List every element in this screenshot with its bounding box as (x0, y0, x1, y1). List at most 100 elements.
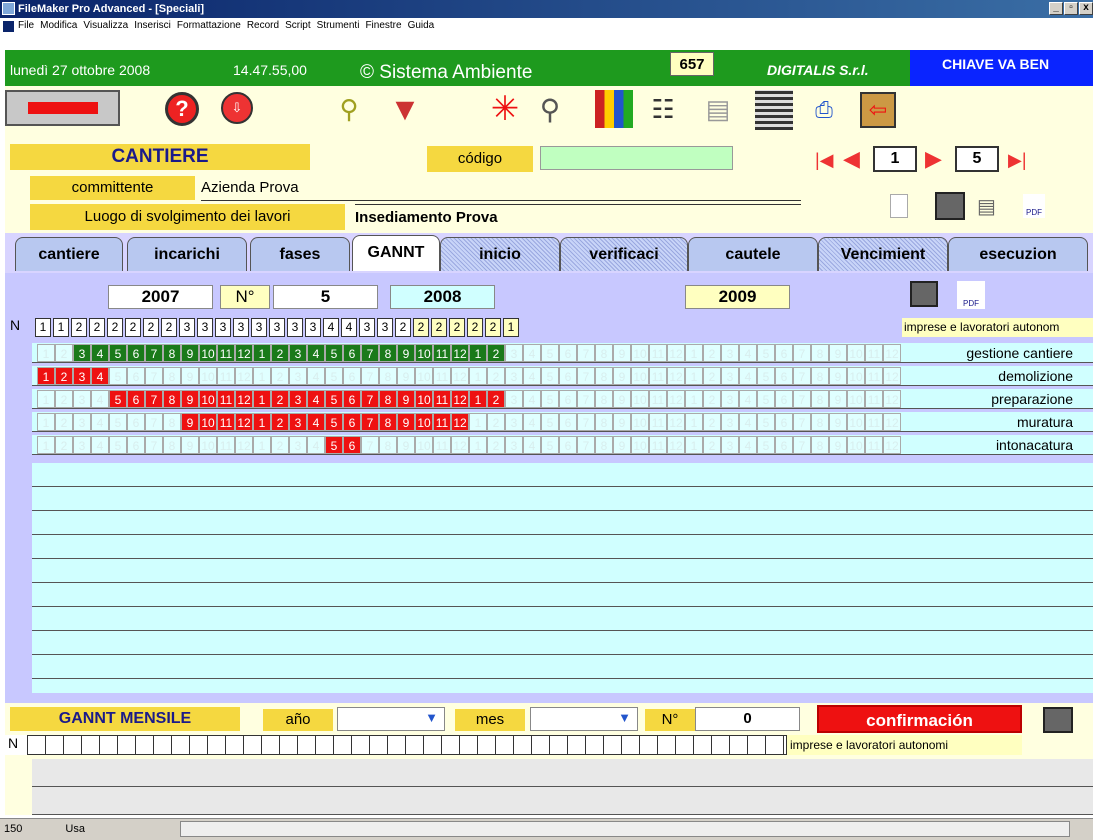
gantt-cell[interactable]: 9 (397, 344, 415, 362)
gantt-cell[interactable]: 7 (361, 367, 379, 385)
monthly-n-value[interactable]: 0 (695, 707, 800, 731)
gantt-cell[interactable]: 5 (325, 413, 343, 431)
gantt-cell[interactable]: 12 (667, 344, 685, 362)
gantt-cell[interactable]: 6 (559, 390, 577, 408)
gantt-cell[interactable]: 9 (181, 436, 199, 454)
gantt-cell[interactable]: 7 (793, 413, 811, 431)
gantt-cell[interactable]: 7 (793, 390, 811, 408)
gantt-cell[interactable]: 2 (487, 390, 505, 408)
gantt-cell[interactable]: 2 (487, 344, 505, 362)
gantt-cell[interactable]: 8 (379, 413, 397, 431)
last-record-icon[interactable]: ▶| (1008, 150, 1027, 171)
tab-fases[interactable]: fases (250, 237, 350, 271)
gantt-cell[interactable]: 5 (757, 390, 775, 408)
gantt-cell[interactable]: 6 (775, 367, 793, 385)
gantt-cell[interactable]: 11 (865, 367, 883, 385)
gantt-cell[interactable]: 10 (199, 344, 217, 362)
menu-inserisci[interactable]: Inserisci (134, 20, 171, 31)
gantt-cell[interactable]: 3 (289, 413, 307, 431)
gantt-cell[interactable]: 4 (307, 413, 325, 431)
gantt-cell[interactable]: 1 (253, 344, 271, 362)
gantt-cell[interactable]: 7 (145, 367, 163, 385)
gantt-cell[interactable]: 12 (451, 344, 469, 362)
gantt-cell[interactable]: 9 (829, 367, 847, 385)
code-field[interactable] (540, 146, 733, 170)
gantt-cell[interactable]: 11 (649, 344, 667, 362)
gantt-cell[interactable]: 3 (721, 390, 739, 408)
gantt-cell[interactable]: 9 (181, 390, 199, 408)
gantt-cell[interactable]: 7 (577, 436, 595, 454)
gantt-cell[interactable]: 12 (235, 367, 253, 385)
gantt-cell[interactable]: 1 (685, 367, 703, 385)
gantt-cell[interactable]: 2 (703, 344, 721, 362)
gantt-cell[interactable]: 2 (703, 390, 721, 408)
gantt-cell[interactable]: 3 (73, 390, 91, 408)
gantt-cell[interactable]: 4 (91, 413, 109, 431)
gantt-cell[interactable]: 2 (55, 344, 73, 362)
gantt-cell[interactable]: 9 (397, 390, 415, 408)
gantt-cell[interactable]: 11 (217, 367, 235, 385)
gantt-cell[interactable]: 12 (451, 413, 469, 431)
gantt-cell[interactable]: 1 (37, 413, 55, 431)
gantt-cell[interactable]: 7 (577, 390, 595, 408)
gantt-cell[interactable]: 8 (811, 367, 829, 385)
gantt-cell[interactable]: 6 (127, 436, 145, 454)
gantt-cell[interactable]: 10 (847, 436, 865, 454)
gantt-cell[interactable]: 3 (289, 436, 307, 454)
gantt-cell[interactable]: 10 (415, 344, 433, 362)
pages-icon[interactable]: ▤ (700, 90, 736, 128)
gantt-cell[interactable]: 3 (289, 390, 307, 408)
gantt-cell[interactable]: 5 (757, 367, 775, 385)
gantt-cell[interactable]: 1 (37, 390, 55, 408)
gantt-cell[interactable]: 8 (595, 344, 613, 362)
client-field[interactable]: Azienda Prova (201, 177, 801, 201)
gantt-cell[interactable]: 11 (217, 344, 235, 362)
gantt-cell[interactable]: 10 (847, 390, 865, 408)
gantt-cell[interactable]: 8 (379, 436, 397, 454)
tab-verificaci[interactable]: verificaci (560, 237, 688, 271)
calendar-icon[interactable] (755, 90, 793, 130)
gantt-cell[interactable]: 4 (739, 367, 757, 385)
gantt-cell[interactable]: 10 (415, 413, 433, 431)
gantt-cell[interactable]: 6 (775, 390, 793, 408)
gantt-pdf-icon[interactable]: PDF (957, 281, 985, 309)
gantt-cell[interactable]: 11 (217, 390, 235, 408)
gantt-cell[interactable]: 10 (415, 390, 433, 408)
document-icon[interactable] (890, 194, 908, 218)
gantt-cell[interactable]: 5 (109, 413, 127, 431)
gantt-cell[interactable]: 8 (595, 367, 613, 385)
tab-vencimient[interactable]: Vencimient (818, 237, 948, 271)
copy-icon[interactable]: ▤ (977, 194, 999, 218)
gantt-cell[interactable]: 3 (505, 390, 523, 408)
gantt-cell[interactable]: 7 (145, 436, 163, 454)
gantt-cell[interactable]: 4 (523, 413, 541, 431)
gantt-cell[interactable]: 8 (379, 344, 397, 362)
menu-formattazione[interactable]: Formattazione (177, 20, 241, 31)
tab-esecuzion[interactable]: esecuzion (948, 237, 1088, 271)
gantt-cell[interactable]: 2 (55, 390, 73, 408)
gantt-cell[interactable]: 1 (253, 367, 271, 385)
gantt-cell[interactable]: 5 (757, 436, 775, 454)
gantt-cell[interactable]: 5 (325, 390, 343, 408)
gantt-cell[interactable]: 5 (109, 367, 127, 385)
menu-strumenti[interactable]: Strumenti (317, 20, 360, 31)
gantt-cell[interactable]: 7 (577, 344, 595, 362)
gantt-cell[interactable]: 7 (577, 367, 595, 385)
gantt-cell[interactable]: 7 (361, 344, 379, 362)
gantt-cell[interactable]: 9 (829, 436, 847, 454)
gantt-cell[interactable]: 5 (541, 390, 559, 408)
gantt-cell[interactable]: 4 (91, 390, 109, 408)
tab-inicio[interactable]: inicio (440, 237, 560, 271)
gantt-cell[interactable]: 8 (163, 367, 181, 385)
close-button[interactable]: x (1079, 2, 1093, 15)
menu-script[interactable]: Script (285, 20, 311, 31)
gantt-cell[interactable]: 4 (739, 413, 757, 431)
gantt-cell[interactable]: 8 (811, 390, 829, 408)
gantt-cell[interactable]: 8 (811, 344, 829, 362)
gantt-cell[interactable]: 9 (181, 344, 199, 362)
place-field[interactable]: Insediamento Prova (355, 204, 801, 230)
gantt-cell[interactable]: 6 (559, 367, 577, 385)
next-record-icon[interactable]: ▶ (925, 146, 942, 172)
gantt-cell[interactable]: 6 (343, 367, 361, 385)
gantt-cell[interactable]: 1 (253, 413, 271, 431)
